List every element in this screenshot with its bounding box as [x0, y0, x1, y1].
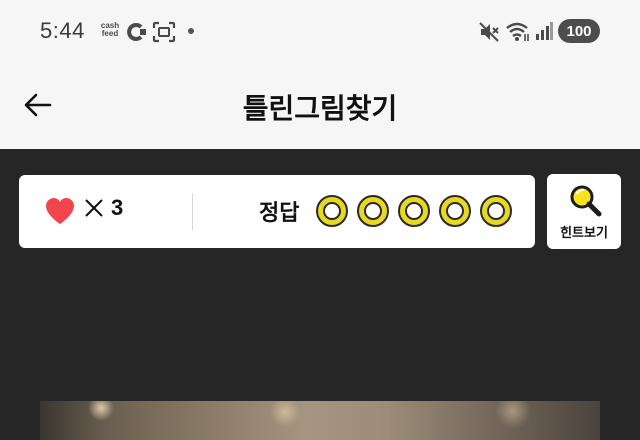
answer-slots: [316, 195, 512, 227]
divider: [192, 193, 193, 230]
puzzle-image[interactable]: [40, 401, 600, 440]
bokeh-light: [88, 401, 114, 421]
answer-slot: [480, 195, 512, 227]
status-time: 5:44: [40, 18, 85, 43]
answer-slot: [398, 195, 430, 227]
heart-icon: [46, 198, 74, 224]
answer-slot: [439, 195, 471, 227]
signal-icon: [536, 22, 553, 40]
answer-slot: [357, 195, 389, 227]
hint-label: 힌트보기: [560, 226, 608, 241]
score-card: 3 정답: [19, 175, 535, 248]
lives-count: 3: [111, 195, 124, 220]
mute-icon: [479, 22, 499, 42]
hint-button[interactable]: 힌트보기: [547, 174, 621, 249]
cashfeed-c-icon: [127, 23, 146, 41]
answer-slot: [316, 195, 348, 227]
wifi-icon: [506, 22, 529, 41]
magnifier-icon: [570, 185, 602, 217]
more-notifications-dot: [188, 28, 194, 34]
cashfeed-text-2: feed: [101, 29, 119, 38]
cashfeed-notification-icon: cash feed: [97, 22, 123, 38]
bokeh-light: [495, 401, 531, 429]
times-icon: [85, 199, 103, 217]
bokeh-light: [270, 401, 300, 427]
battery-indicator: 100: [558, 19, 600, 43]
game-area: 3 정답 힌트보기: [0, 149, 640, 440]
answer-label: 정답: [259, 201, 300, 226]
app-header: 틀린그림찾기: [0, 62, 640, 149]
page-title: 틀린그림찾기: [242, 92, 398, 125]
status-bar: 5:44 cash feed 100: [0, 0, 640, 62]
screenshot-icon: [152, 21, 176, 43]
